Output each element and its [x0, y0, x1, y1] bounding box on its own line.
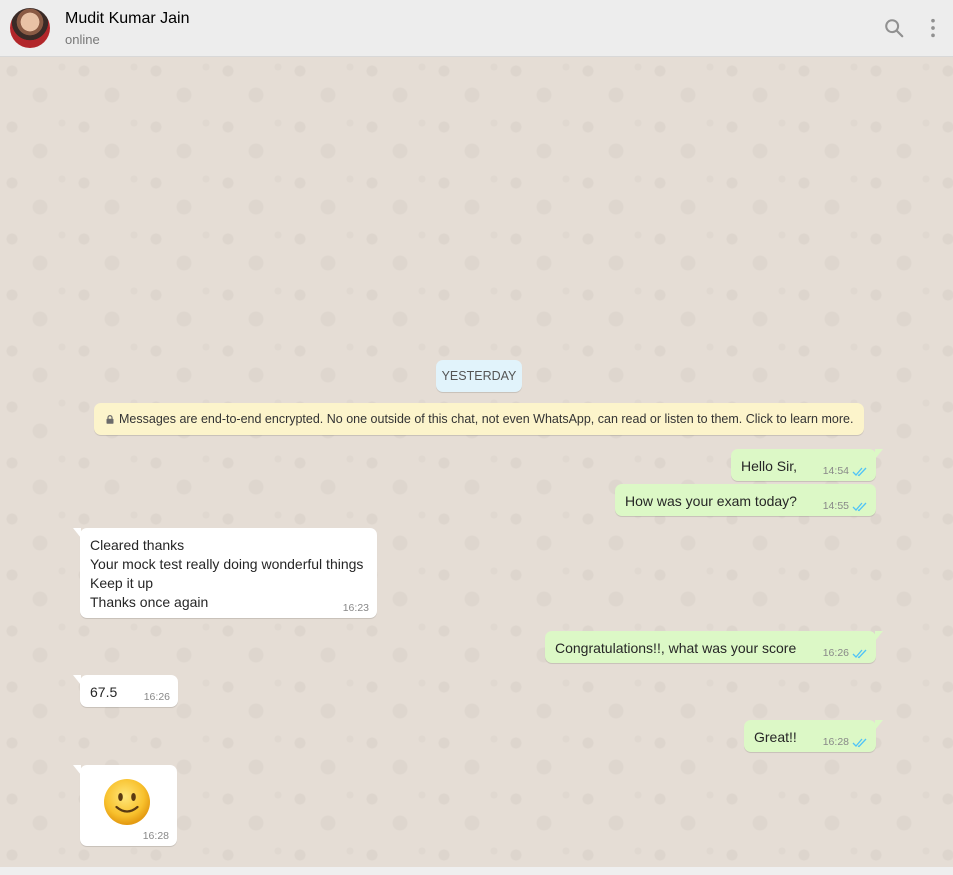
read-receipt-icon: [852, 738, 867, 747]
message-bubble-incoming[interactable]: 67.5 16:26: [73, 675, 178, 707]
slightly-smiling-face-icon: [104, 779, 150, 825]
message-time: 16:26: [143, 691, 170, 703]
message-bubble-outgoing[interactable]: Congratulations!!, what was your score 1…: [545, 631, 883, 663]
message-meta: 16:26: [144, 691, 170, 703]
contact-name[interactable]: Mudit Kumar Jain: [65, 10, 190, 28]
message-time: 16:28: [142, 830, 169, 842]
message-bubble-outgoing[interactable]: Hello Sir, 14:54: [731, 449, 883, 481]
message-text: How was your exam today?: [625, 493, 797, 509]
message-text: 67.5: [90, 684, 118, 700]
bubble-tail: [875, 631, 883, 641]
message-bubble-incoming[interactable]: 16:28: [73, 765, 177, 846]
lock-icon: [106, 415, 114, 424]
message-meta: 16:28: [143, 830, 169, 842]
read-receipt-icon: [852, 467, 867, 476]
message-meta: 16:28: [823, 736, 868, 748]
message-meta: 14:55: [823, 500, 868, 512]
message-bubble-outgoing[interactable]: How was your exam today? 14:55: [615, 484, 876, 516]
message-text: Congratulations!!, what was your score: [555, 640, 797, 656]
message-time: 14:55: [822, 500, 849, 512]
chat-panel[interactable]: YESTERDAY Messages are end-to-end encryp…: [0, 57, 953, 867]
message-time: 16:23: [342, 602, 369, 614]
message-text: Great!!: [754, 729, 797, 745]
read-receipt-icon: [852, 649, 867, 658]
message-text: Hello Sir,: [741, 458, 798, 474]
bubble-tail: [875, 720, 883, 730]
message-meta: 16:23: [343, 602, 369, 614]
composer-edge: [0, 867, 953, 875]
search-icon[interactable]: [883, 17, 905, 39]
date-separator: YESTERDAY: [436, 360, 522, 392]
message-time: 16:26: [822, 647, 849, 659]
message-meta: 14:54: [823, 465, 868, 477]
chat-header: Mudit Kumar Jain online: [0, 0, 953, 57]
encryption-notice-text: Messages are end-to-end encrypted. No on…: [119, 412, 854, 426]
message-meta: 16:26: [823, 647, 868, 659]
contact-status: online: [65, 32, 100, 47]
read-receipt-icon: [852, 502, 867, 511]
bubble-tail: [73, 675, 81, 685]
message-text: Cleared thanks Your mock test really doi…: [90, 537, 364, 610]
bubble-tail: [73, 528, 81, 538]
menu-dots-icon[interactable]: [922, 17, 944, 39]
message-bubble-incoming[interactable]: Cleared thanks Your mock test really doi…: [73, 528, 377, 618]
message-time: 16:28: [822, 736, 849, 748]
bubble-tail: [73, 765, 81, 775]
contact-avatar[interactable]: [10, 8, 50, 48]
bubble-tail: [875, 449, 883, 459]
encryption-notice[interactable]: Messages are end-to-end encrypted. No on…: [94, 403, 864, 435]
message-time: 14:54: [822, 465, 849, 477]
message-bubble-outgoing[interactable]: Great!! 16:28: [744, 720, 883, 752]
